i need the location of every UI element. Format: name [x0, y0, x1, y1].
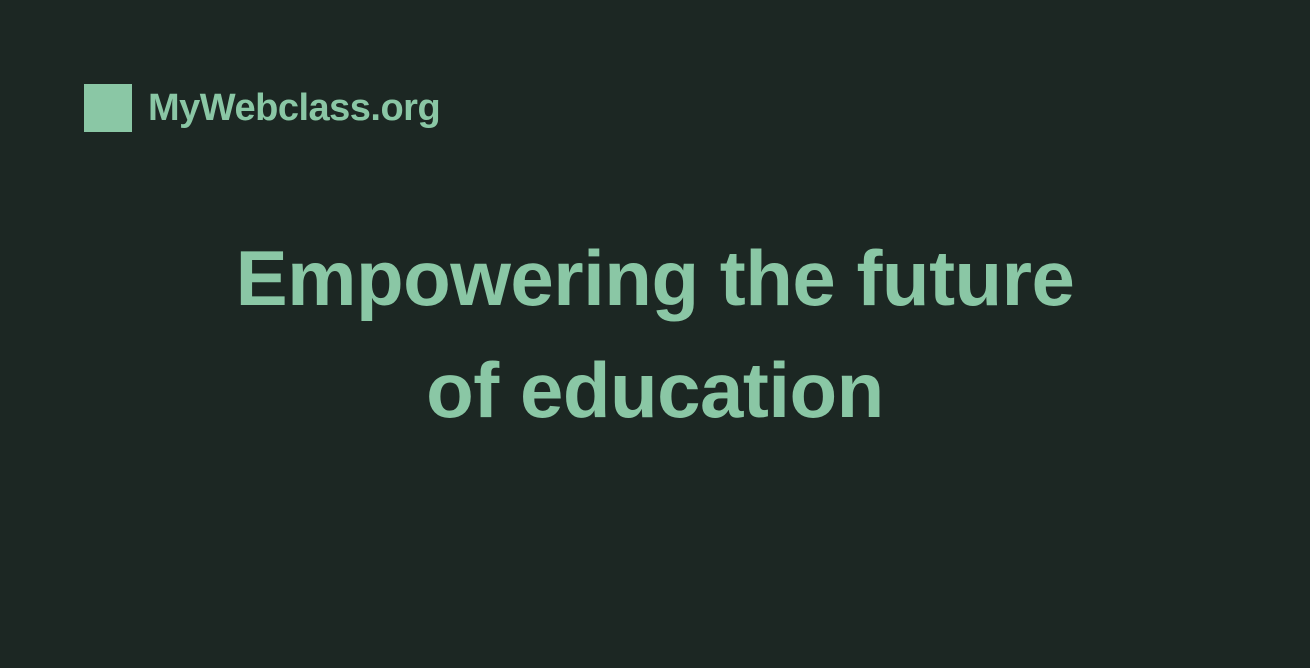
hero-headline: Empowering the future of education [0, 222, 1310, 446]
brand-logo[interactable]: MyWebclass.org [84, 84, 441, 132]
logo-square-icon [84, 84, 132, 132]
brand-name: MyWebclass.org [148, 87, 441, 129]
hero-headline-line-2: of education [426, 346, 884, 434]
page: MyWebclass.org Empowering the future of … [0, 0, 1310, 668]
hero-headline-line-1: Empowering the future [235, 234, 1075, 322]
